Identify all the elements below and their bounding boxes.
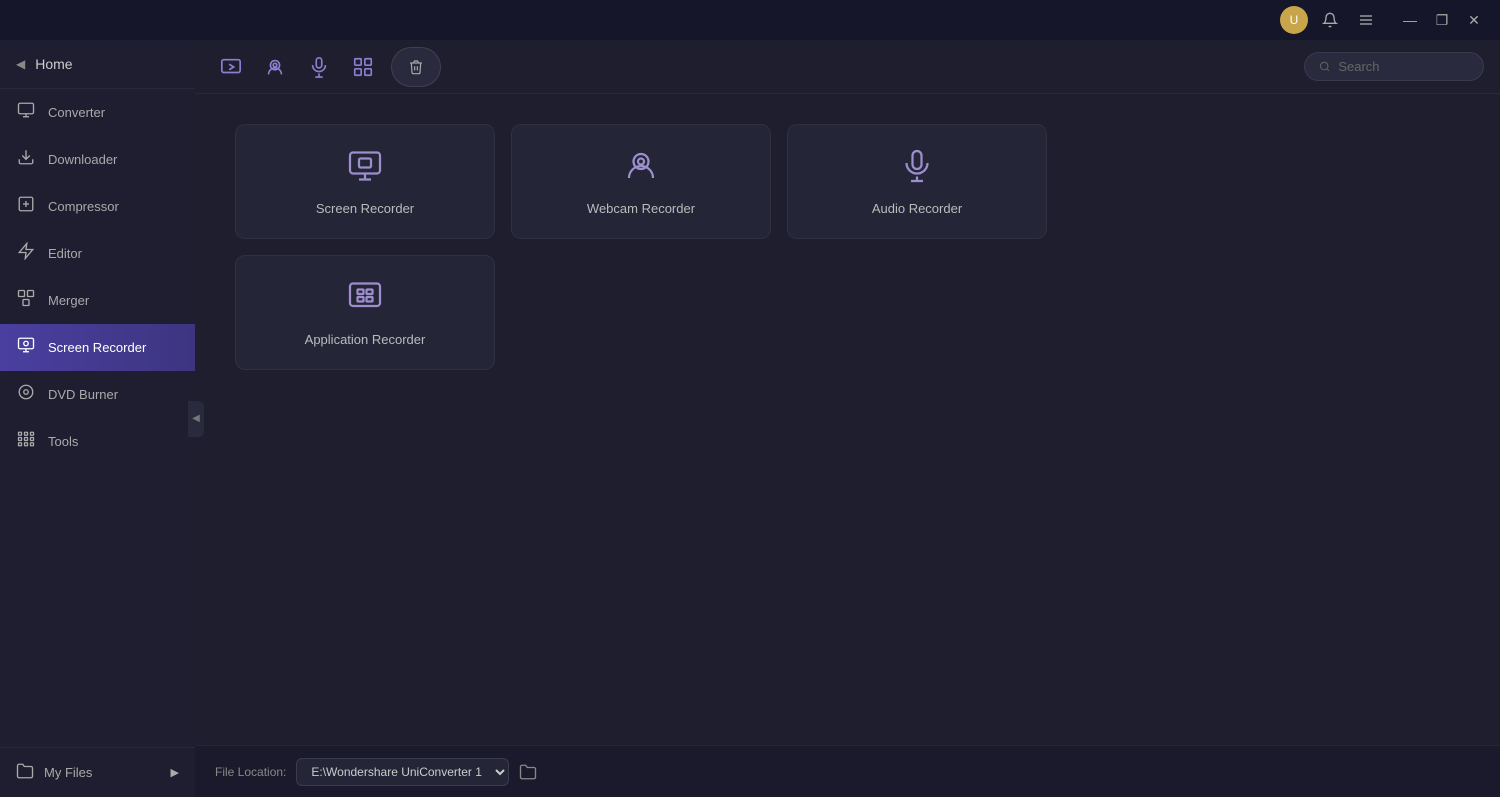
sidebar-item-converter[interactable]: Converter: [0, 89, 195, 136]
search-icon: [1319, 60, 1330, 73]
dvd-burner-icon: [16, 383, 36, 406]
title-bar: U — ❐ ✕: [0, 0, 1500, 40]
sidebar-item-home[interactable]: ◀ Home: [0, 40, 195, 89]
sidebar-myfiles-label: My Files: [44, 765, 92, 780]
sidebar-item-dvd-burner[interactable]: DVD Burner: [0, 371, 195, 418]
card-audio-recorder[interactable]: Audio Recorder: [787, 124, 1047, 239]
card-audio-recorder-label: Audio Recorder: [872, 201, 962, 216]
close-button[interactable]: ✕: [1460, 6, 1488, 34]
card-application-recorder[interactable]: Application Recorder: [235, 255, 495, 370]
sidebar-item-editor[interactable]: Editor: [0, 230, 195, 277]
sidebar-home-label: Home: [35, 56, 72, 72]
toolbar-webcam-button[interactable]: [255, 47, 295, 87]
cards-area: Screen Recorder Webcam Recorder: [195, 94, 1500, 745]
card-application-recorder-label: Application Recorder: [305, 332, 426, 347]
card-screen-recorder[interactable]: Screen Recorder: [235, 124, 495, 239]
toolbar-screen-record-button[interactable]: [211, 47, 251, 87]
card-screen-recorder-label: Screen Recorder: [316, 201, 414, 216]
notification-button[interactable]: [1316, 6, 1344, 34]
sidebar-item-label: Converter: [48, 105, 105, 120]
sidebar-item-label: Downloader: [48, 152, 117, 167]
footer-bar: File Location: E:\Wondershare UniConvert…: [195, 745, 1500, 797]
search-bar: [1304, 52, 1484, 81]
sidebar-item-myfiles[interactable]: My Files ▶: [0, 747, 195, 797]
merger-icon: [16, 289, 36, 312]
downloader-icon: [16, 148, 36, 171]
sidebar-item-label: Tools: [48, 434, 78, 449]
toolbar-delete-button[interactable]: [391, 47, 441, 87]
file-location-label: File Location:: [215, 765, 286, 779]
converter-icon: [16, 101, 36, 124]
minimize-button[interactable]: —: [1396, 6, 1424, 34]
sidebar-item-merger[interactable]: Merger: [0, 277, 195, 324]
toolbar-audio-button[interactable]: [299, 47, 339, 87]
sidebar-item-downloader[interactable]: Downloader: [0, 136, 195, 183]
tools-icon: [16, 430, 36, 453]
card-screen-recorder-icon: [347, 148, 383, 191]
sidebar-item-label: Compressor: [48, 199, 119, 214]
menu-button[interactable]: [1352, 6, 1380, 34]
sidebar-item-compressor[interactable]: Compressor: [0, 183, 195, 230]
toolbar: [195, 40, 1500, 94]
collapse-sidebar-button[interactable]: ◀: [188, 401, 204, 437]
sidebar-item-label: Merger: [48, 293, 89, 308]
myfiles-icon: [16, 762, 34, 783]
card-application-recorder-icon: [347, 279, 383, 322]
sidebar-item-label: DVD Burner: [48, 387, 118, 402]
compressor-icon: [16, 195, 36, 218]
sidebar-item-label: Screen Recorder: [48, 340, 146, 355]
chevron-right-icon: ▶: [171, 766, 179, 779]
sidebar-item-tools[interactable]: Tools: [0, 418, 195, 465]
sidebar-item-screen-recorder[interactable]: Screen Recorder: [0, 324, 195, 371]
main-layout: ◀ Home Converter Dow: [0, 40, 1500, 797]
card-webcam-recorder-icon: [623, 148, 659, 191]
card-audio-recorder-icon: [899, 148, 935, 191]
toolbar-apps-button[interactable]: [343, 47, 383, 87]
cards-row-1: Screen Recorder Webcam Recorder: [235, 124, 1460, 239]
sidebar: ◀ Home Converter Dow: [0, 40, 195, 797]
editor-icon: [16, 242, 36, 265]
card-webcam-recorder-label: Webcam Recorder: [587, 201, 695, 216]
user-avatar[interactable]: U: [1280, 6, 1308, 34]
maximize-button[interactable]: ❐: [1428, 6, 1456, 34]
cards-row-2: Application Recorder: [235, 255, 1460, 370]
card-webcam-recorder[interactable]: Webcam Recorder: [511, 124, 771, 239]
file-location-select[interactable]: E:\Wondershare UniConverter 1: [296, 758, 509, 786]
chevron-left-icon: ◀: [16, 57, 25, 71]
browse-folder-button[interactable]: [519, 763, 537, 781]
content-area: Screen Recorder Webcam Recorder: [195, 40, 1500, 797]
screen-recorder-icon: [16, 336, 36, 359]
search-input[interactable]: [1338, 59, 1469, 74]
sidebar-item-label: Editor: [48, 246, 82, 261]
